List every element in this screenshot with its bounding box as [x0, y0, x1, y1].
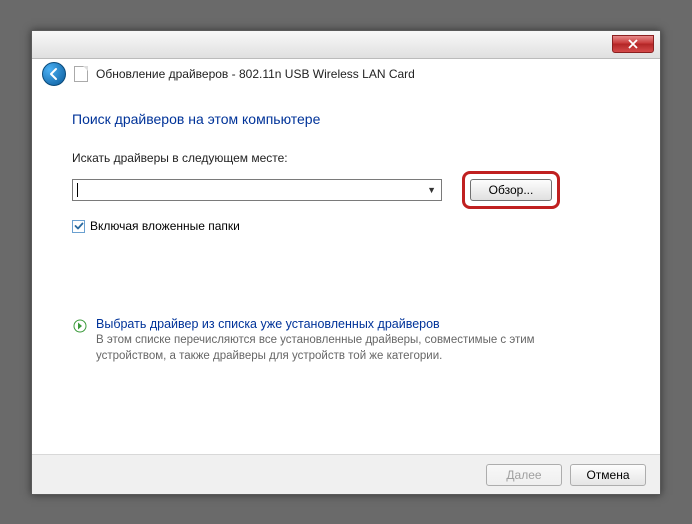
- link-arrow-icon: [72, 318, 88, 334]
- back-button[interactable]: [42, 62, 66, 86]
- include-subfolders-label: Включая вложенные папки: [90, 219, 240, 233]
- back-arrow-icon: [47, 67, 61, 81]
- path-combobox[interactable]: ▼: [72, 179, 442, 201]
- document-icon: [74, 66, 88, 82]
- titlebar[interactable]: [32, 31, 660, 59]
- pick-driver-title: Выбрать драйвер из списка уже установлен…: [96, 317, 586, 331]
- highlight-annotation: Обзор...: [462, 171, 560, 209]
- nav-row: Обновление драйверов - 802.11n USB Wirel…: [32, 59, 660, 89]
- browse-button[interactable]: Обзор...: [470, 179, 552, 201]
- checkmark-icon: [74, 221, 84, 231]
- path-row: ▼ Обзор...: [72, 171, 620, 209]
- include-subfolders-checkbox[interactable]: [72, 220, 85, 233]
- close-button[interactable]: [612, 35, 654, 53]
- dropdown-caret-icon[interactable]: ▼: [427, 185, 436, 195]
- pick-driver-text: Выбрать драйвер из списка уже установлен…: [96, 317, 586, 364]
- content-area: Поиск драйверов на этом компьютере Искат…: [32, 89, 660, 455]
- cancel-button[interactable]: Отмена: [570, 464, 646, 486]
- browse-button-label: Обзор...: [489, 183, 534, 197]
- cancel-button-label: Отмена: [586, 468, 629, 482]
- pick-driver-link[interactable]: Выбрать драйвер из списка уже установлен…: [72, 317, 620, 364]
- next-button-label: Далее: [506, 468, 541, 482]
- window-title: Обновление драйверов - 802.11n USB Wirel…: [96, 67, 415, 81]
- path-label: Искать драйверы в следующем месте:: [72, 151, 620, 165]
- next-button: Далее: [486, 464, 562, 486]
- dialog-footer: Далее Отмена: [32, 454, 660, 494]
- text-cursor: [77, 183, 78, 197]
- include-subfolders-row: Включая вложенные папки: [72, 219, 620, 233]
- page-heading: Поиск драйверов на этом компьютере: [72, 111, 620, 127]
- close-icon: [628, 39, 638, 49]
- dialog-window: Обновление драйверов - 802.11n USB Wirel…: [31, 30, 661, 495]
- pick-driver-desc: В этом списке перечисляются все установл…: [96, 333, 586, 364]
